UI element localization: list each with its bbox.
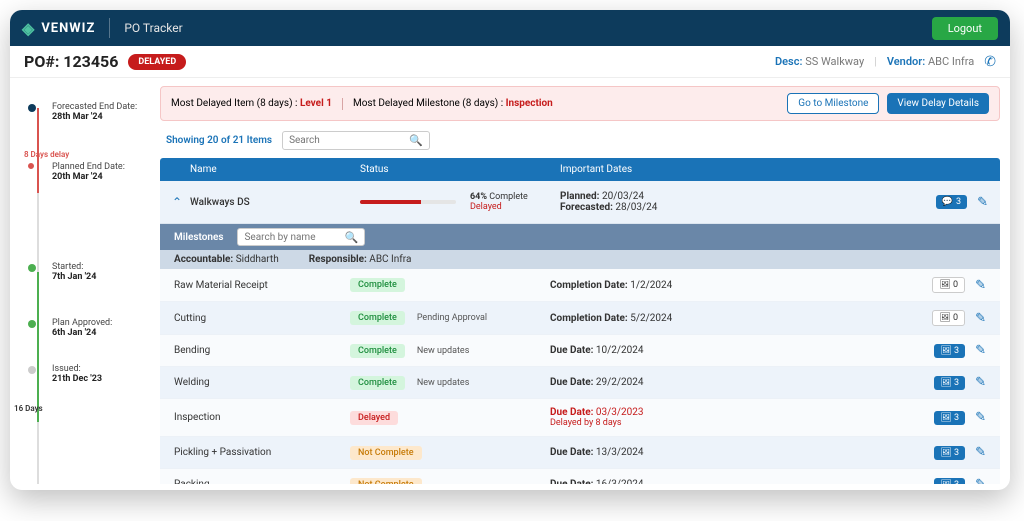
status-pill: Delayed (350, 411, 398, 425)
edit-icon[interactable]: ✎ (975, 445, 986, 460)
vendor-label: Vendor: (887, 55, 925, 68)
status-pill: Complete (350, 311, 405, 325)
edit-icon[interactable]: ✎ (975, 311, 986, 326)
timeline-delay-text: 8 Days delay (24, 150, 69, 159)
milestone-name: Inspection (174, 412, 350, 423)
timeline-planned: Planned End Date: 20th Mar '24 (28, 162, 150, 182)
status-note: New updates (417, 378, 470, 388)
image-badge[interactable]: 🖼 3 (934, 446, 965, 460)
main-content: Most Delayed Item (8 days) : Level 1 Mos… (160, 78, 1010, 484)
brand-text: VENWIZ (41, 21, 95, 36)
image-badge[interactable]: 🖼 3 (934, 478, 965, 485)
view-delay-details-button[interactable]: View Delay Details (887, 93, 989, 114)
goto-milestone-button[interactable]: Go to Milestone (787, 93, 879, 114)
search-icon: 🔍 (344, 231, 358, 244)
edit-icon[interactable]: ✎ (975, 278, 986, 293)
image-badge[interactable]: 🖼 0 (932, 310, 965, 326)
milestone-dates: Due Date: 03/3/2023Delayed by 8 days (550, 407, 934, 428)
milestone-dates: Due Date: 13/3/2024 (550, 447, 934, 458)
milestone-dates: Due Date: 16/3/2024 (550, 479, 934, 484)
milestone-row: CuttingComplete Pending Approval Completio… (160, 302, 1000, 335)
search-icon: 🔍 (409, 134, 423, 147)
timeline-issued: Issued: 21th Dec '23 (28, 364, 150, 384)
status-note: Pending Approval (417, 313, 487, 323)
logout-button[interactable]: Logout (932, 17, 998, 40)
image-badge[interactable]: 🖼 3 (934, 344, 965, 358)
status-pill: Complete (350, 278, 405, 292)
milestone-row: PackingNot Complete Due Date: 16/3/2024🖼 … (160, 469, 1000, 484)
item-row: ⌃ Walkways DS 64% Complete Delayed Plann… (160, 181, 1000, 224)
divider (109, 18, 110, 38)
desc-value: SS Walkway (805, 55, 864, 68)
milestones-bar: Milestones 🔍 (160, 224, 1000, 250)
status-badge: DELAYED (128, 54, 186, 70)
timeline-started: Started: 7th Jan '24 (28, 262, 150, 282)
progress-bar (360, 200, 456, 204)
milestone-name: Packing (174, 479, 350, 484)
desc-label: Desc: (775, 55, 802, 68)
milestone-dates: Completion Date: 1/2/2024 (550, 280, 932, 291)
status-note: New updates (417, 346, 470, 356)
status-pill: Complete (350, 344, 405, 358)
app-title: PO Tracker (124, 21, 182, 35)
delay-banner: Most Delayed Item (8 days) : Level 1 Mos… (160, 86, 1000, 121)
milestone-row: WeldingComplete New updates Due Date: 29/2… (160, 367, 1000, 399)
item-name: Walkways DS (190, 197, 360, 208)
accountable-bar: Accountable: Siddharth Responsible: ABC … (160, 250, 1000, 269)
milestone-name: Raw Material Receipt (174, 280, 350, 291)
edit-icon[interactable]: ✎ (975, 477, 986, 484)
milestone-dates: Completion Date: 5/2/2024 (550, 313, 932, 324)
search-input[interactable] (289, 135, 409, 146)
timeline-days-text: 16 Days (14, 404, 43, 413)
status-pill: Not Complete (350, 446, 422, 460)
edit-icon[interactable]: ✎ (977, 195, 988, 210)
milestone-row: Raw Material ReceiptComplete Completion D… (160, 269, 1000, 302)
milestone-row: Pickling + PassivationNot Complete Due Da… (160, 437, 1000, 469)
table-header: Name Status Important Dates (160, 158, 1000, 181)
subheader: PO#: 123456 DELAYED Desc: SS Walkway | V… (10, 46, 1010, 78)
image-badge[interactable]: 🖼 3 (934, 376, 965, 390)
status-pill: Not Complete (350, 478, 422, 485)
edit-icon[interactable]: ✎ (975, 343, 986, 358)
image-badge[interactable]: 🖼 3 (934, 411, 965, 425)
image-badge[interactable]: 🖼 0 (932, 277, 965, 293)
vendor-value: ABC Infra (928, 55, 974, 68)
search-milestones[interactable]: 🔍 (237, 228, 365, 246)
po-number: PO#: 123456 (24, 52, 118, 71)
logo: ◈ VENWIZ (22, 19, 95, 38)
comment-badge[interactable]: 💬 3 (936, 195, 967, 209)
milestone-row: BendingComplete New updates Due Date: 10/2… (160, 335, 1000, 367)
search-items[interactable]: 🔍 (282, 131, 430, 150)
milestone-name: Cutting (174, 313, 350, 324)
milestone-search-input[interactable] (244, 232, 344, 243)
milestone-dates: Due Date: 29/2/2024 (550, 377, 934, 388)
showing-text: Showing 20 of 21 Items (166, 135, 272, 146)
milestone-name: Welding (174, 377, 350, 388)
timeline: Forecasted End Date: 28th Mar '24 8 Days… (10, 78, 160, 484)
edit-icon[interactable]: ✎ (975, 410, 986, 425)
status-pill: Complete (350, 376, 405, 390)
topbar: ◈ VENWIZ PO Tracker Logout (10, 10, 1010, 46)
timeline-approved: Plan Approved: 6th Jan '24 (28, 318, 150, 338)
milestone-dates: Due Date: 10/2/2024 (550, 345, 934, 356)
logo-icon: ◈ (22, 19, 35, 38)
milestone-row: InspectionDelayed Due Date: 03/3/2023Dela… (160, 399, 1000, 437)
milestone-name: Bending (174, 345, 350, 356)
milestone-name: Pickling + Passivation (174, 447, 350, 458)
edit-icon[interactable]: ✎ (975, 375, 986, 390)
phone-icon[interactable]: ✆ (984, 54, 996, 70)
chevron-up-icon[interactable]: ⌃ (172, 195, 190, 209)
timeline-forecasted: Forecasted End Date: 28th Mar '24 (28, 102, 150, 122)
